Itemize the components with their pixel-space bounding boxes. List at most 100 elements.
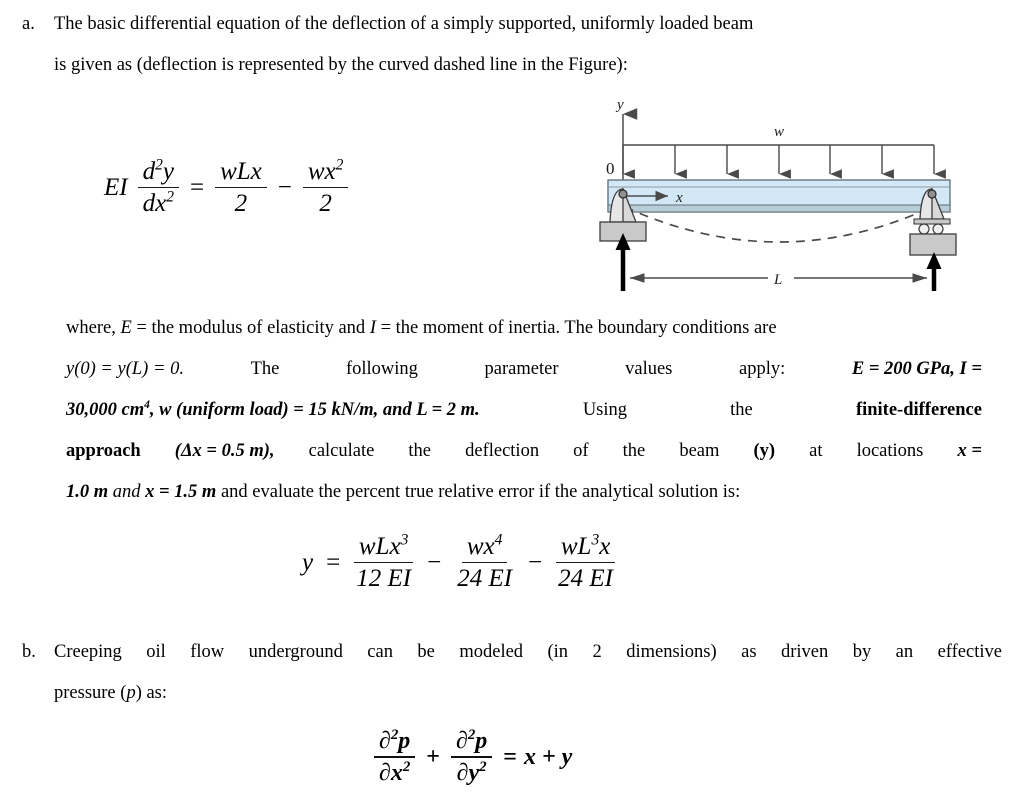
where-word-using: Using — [582, 400, 628, 420]
param-delta-x: (Δx = 0.5 m), — [174, 441, 275, 461]
list-marker-a: a. — [22, 14, 35, 34]
question-a-line-2: is given as (deflection is represented b… — [54, 55, 628, 75]
x-axis-label: x — [675, 190, 683, 206]
equation-analytical-solution: y = wLx3 12 EI − wx4 24 EI − wL3x 24 EI — [302, 531, 622, 593]
span-label-L: L — [773, 272, 782, 288]
exponent-dy-2: 2 — [479, 759, 487, 775]
pde-num-1: ∂2p — [374, 727, 416, 758]
equation-analytical-term-1: wLx3 12 EI — [351, 531, 416, 593]
where-text-2: = the modulus of elasticity and — [131, 318, 370, 338]
pde-equals: = — [503, 744, 517, 770]
equation-analytical-equals: = — [326, 549, 341, 576]
where-text-1: where, — [66, 318, 121, 338]
where-line-5-rest: and evaluate the percent true relative e… — [216, 482, 741, 502]
equation-analytical-minus-2: − — [528, 549, 543, 576]
where-line-1: where, E = the modulus of elasticity and… — [66, 308, 982, 349]
word-deflection: deflection — [465, 441, 540, 461]
where-line-5: 1.0 m and x = 1.5 m and evaluate the per… — [66, 472, 982, 513]
equation-analytical-den-3: 24 EI — [558, 565, 614, 592]
exponent-d2: 2 — [155, 156, 163, 174]
exponent-partial-1: 2 — [390, 727, 399, 743]
paragraph-where: where, E = the modulus of elasticity and… — [66, 308, 982, 513]
method-finite-difference: finite-difference — [855, 400, 982, 420]
equation-governing-lead: EI — [104, 174, 128, 201]
equation-governing-term-3: wx2 2 — [302, 156, 349, 218]
equation-governing-equals: = — [189, 174, 205, 201]
question-a-body: The basic differential equation of the d… — [54, 4, 1002, 86]
boundary-conditions: y(0) = y(L) = 0. — [66, 359, 184, 379]
question-b-line-1: Creeping oil flow underground can be modeled (i… — [54, 642, 1002, 662]
equation-governing-term-2: wLx 2 — [215, 158, 267, 218]
word-the-4: the — [622, 441, 646, 461]
y-axis-label: y — [615, 97, 624, 113]
beam-figure: y 0 w x L — [596, 92, 966, 297]
pde-den-1: ∂x2 — [379, 759, 411, 786]
load-label-w: w — [774, 124, 784, 140]
equation-analytical-den-2: 24 EI — [457, 565, 513, 592]
locations-x-equals: x = — [957, 441, 982, 461]
exponent-dx2: 2 — [166, 188, 174, 206]
where-text-3: = the moment of inertia. The boundary co… — [375, 318, 777, 338]
distributed-load-group — [622, 144, 946, 179]
pde-num-2: ∂2p — [450, 727, 493, 758]
word-beam: beam — [679, 441, 720, 461]
symbol-y: (y) — [753, 441, 776, 461]
list-marker-b: b. — [22, 642, 36, 662]
where-word-following: following — [345, 359, 418, 379]
word-calculate: calculate — [308, 441, 375, 461]
word-locations: locations — [856, 441, 924, 461]
where-line-3: 30,000 cm4, w (uniform load) = 15 kN/m, … — [66, 390, 982, 431]
word-of: of — [573, 441, 589, 461]
word-approach: approach — [66, 441, 141, 461]
pde-plus: + — [426, 744, 440, 770]
equation-governing-num-3: wx2 — [302, 156, 349, 188]
conjunction-and: and — [108, 482, 146, 502]
param-E-value: E = 200 GPa, I = — [851, 359, 982, 379]
location-value-2: x = 1.5 m — [145, 482, 217, 502]
equation-pressure-pde: ∂2p ∂x2 + ∂2p ∂y2 = x + y — [370, 728, 572, 787]
equation-governing-den-1: dx2 — [142, 188, 174, 217]
equation-governing-num-2: wLx — [215, 158, 267, 188]
word-at: at — [809, 441, 823, 461]
equation-analytical-minus-1: − — [427, 549, 442, 576]
question-item-a: a. The basic differential equation of th… — [22, 4, 1002, 86]
equation-analytical-num-3: wL3x — [555, 531, 616, 563]
question-b-line-2: pressure (p) as: — [54, 683, 168, 703]
equation-governing: EI d2y dx2 = wLx 2 − wx2 2 — [104, 156, 352, 218]
exponent-x4: 4 — [494, 531, 503, 549]
where-word-the-2: the — [730, 400, 753, 420]
where-line-4: approach (Δx = 0.5 m), calculate the def… — [66, 431, 982, 472]
equation-governing-den-3: 2 — [319, 190, 332, 217]
question-b-body: Creeping oil flow underground can be modeled (i… — [54, 632, 1002, 714]
where-word-parameter: parameter — [484, 359, 559, 379]
origin-label: 0 — [606, 159, 615, 178]
equation-analytical-num-2: wx4 — [461, 531, 508, 563]
equation-governing-derivative: d2y dx2 — [137, 156, 179, 218]
exponent-partial-2: 2 — [467, 727, 476, 743]
where-line-2: y(0) = y(L) = 0. The following parameter… — [66, 349, 982, 390]
question-item-b: b. Creeping oil flow underground can be modele… — [22, 632, 1002, 714]
exponent-x3: 3 — [400, 531, 409, 549]
where-word-the: The — [250, 359, 280, 379]
pde-rhs: x + y — [523, 744, 573, 770]
param-I-w-L-values: 30,000 cm4, w (uniform load) = 15 kN/m, … — [66, 398, 480, 420]
where-var-E: E — [120, 318, 132, 338]
equation-analytical-term-2: wx4 24 EI — [452, 531, 517, 593]
equation-governing-minus: − — [277, 174, 292, 201]
equation-analytical-den-1: 12 EI — [356, 565, 412, 592]
exponent-wx2: 2 — [335, 156, 344, 174]
location-value-1: 1.0 m — [66, 482, 109, 502]
variable-p: p — [126, 683, 136, 703]
exponent-dx-1: 2 — [402, 759, 411, 775]
equation-analytical-term-3: wL3x 24 EI — [553, 531, 618, 593]
where-word-values: values — [625, 359, 673, 379]
exponent-L3: 3 — [591, 531, 600, 549]
question-a-line-1: The basic differential equation of the d… — [54, 14, 754, 34]
pde-term-1: ∂2p ∂x2 — [374, 727, 416, 787]
where-word-apply: apply: — [739, 359, 786, 379]
equation-governing-num-1: d2y — [137, 156, 179, 188]
pde-term-2: ∂2p ∂y2 — [450, 727, 493, 787]
word-the-3: the — [408, 441, 432, 461]
pde-den-2: ∂y2 — [456, 759, 487, 786]
equation-analytical-num-1: wLx3 — [353, 531, 414, 563]
